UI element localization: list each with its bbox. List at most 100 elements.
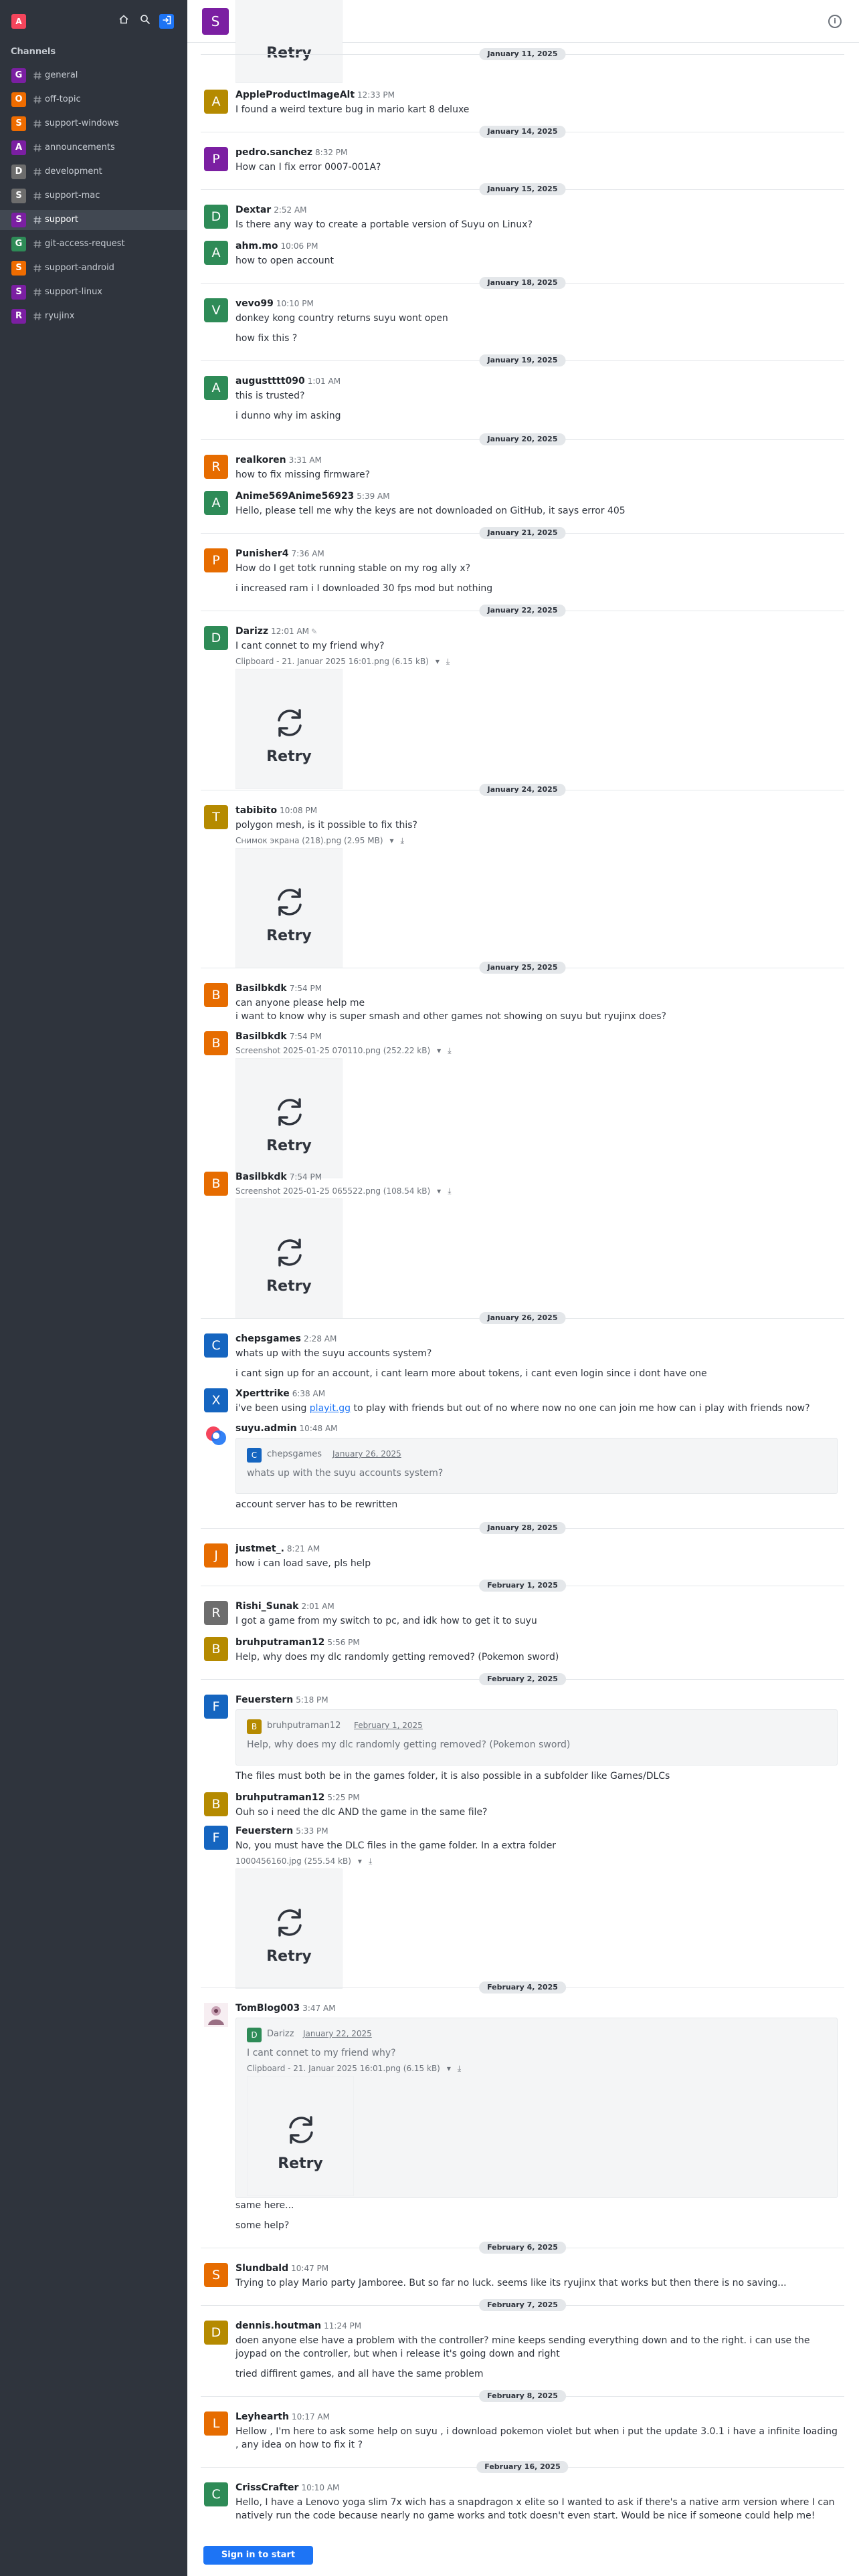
username[interactable]: Basilbkdk (235, 1031, 287, 1042)
quoted-message[interactable]: D Darizz January 22, 2025 I cant connet … (235, 2018, 838, 2198)
username[interactable]: Anime569Anime56923 (235, 491, 354, 502)
avatar[interactable]: A (204, 90, 228, 114)
sidebar-item-support-android[interactable]: S support-android (0, 258, 187, 278)
download-icon[interactable]: ⤓ (448, 1046, 451, 1055)
avatar[interactable]: B (204, 1792, 228, 1816)
username[interactable]: Darizz (235, 626, 268, 637)
quote-date[interactable]: February 1, 2025 (354, 1721, 423, 1730)
user-avatar[interactable]: A (11, 14, 26, 29)
image-retry[interactable]: Retry (247, 2076, 354, 2196)
download-icon[interactable]: ⤓ (458, 2064, 461, 2073)
username[interactable]: bruhputraman12 (235, 1637, 324, 1648)
avatar[interactable]: J (204, 1543, 228, 1568)
username[interactable]: Leyhearth (235, 2411, 289, 2422)
sidebar-item-support[interactable]: S support (0, 210, 187, 230)
avatar[interactable]: A (204, 491, 228, 515)
sidebar-item-general[interactable]: G general (0, 66, 187, 86)
download-icon[interactable]: ⤓ (401, 836, 404, 845)
username[interactable]: ahm.mo (235, 241, 278, 251)
username[interactable]: pedro.sanchez (235, 147, 312, 158)
quoted-message[interactable]: C chepsgames January 26, 2025 whats up w… (235, 1438, 838, 1494)
login-icon[interactable] (159, 14, 174, 29)
sidebar-item-off-topic[interactable]: O off-topic (0, 90, 187, 110)
username[interactable]: CrissCrafter (235, 2482, 298, 2493)
sidebar-item-announcements[interactable]: A announcements (0, 138, 187, 158)
avatar[interactable]: D (204, 626, 228, 650)
username[interactable]: Dextar (235, 205, 271, 215)
avatar[interactable]: B (204, 1031, 228, 1055)
avatar[interactable]: F (204, 1826, 228, 1850)
username[interactable]: Basilbkdk (235, 1172, 287, 1182)
avatar[interactable]: T (204, 805, 228, 829)
sidebar-item-development[interactable]: D development (0, 162, 187, 182)
avatar[interactable]: A (204, 376, 228, 400)
chevron-down-icon[interactable]: ▾ (390, 836, 394, 845)
username[interactable]: AppleProductImageAlt (235, 90, 355, 100)
avatar[interactable]: C (204, 1333, 228, 1358)
username[interactable]: vevo99 (235, 298, 274, 309)
avatar[interactable]: V (204, 298, 228, 322)
avatar[interactable]: A (204, 241, 228, 265)
avatar[interactable]: R (204, 455, 228, 479)
download-icon[interactable]: ⤓ (369, 1856, 372, 1866)
image-retry[interactable]: Retry (235, 848, 343, 968)
chevron-down-icon[interactable]: ▾ (437, 1046, 441, 1055)
username[interactable]: suyu.admin (235, 1423, 297, 1434)
chevron-down-icon[interactable]: ▾ (447, 2064, 451, 2073)
sidebar-item-support-mac[interactable]: S support-mac (0, 186, 187, 206)
download-icon[interactable]: ⤓ (448, 1186, 451, 1196)
download-icon[interactable]: ⤓ (446, 657, 450, 666)
quoted-message[interactable]: B bruhputraman12 February 1, 2025 Help, … (235, 1709, 838, 1765)
username[interactable]: justmet_. (235, 1543, 284, 1554)
sidebar-item-git-access-request[interactable]: G git-access-request (0, 234, 187, 254)
username[interactable]: bruhputraman12 (235, 1792, 324, 1803)
image-retry[interactable]: Retry (235, 669, 343, 789)
sidebar-item-support-linux[interactable]: S support-linux (0, 282, 187, 302)
image-retry[interactable]: Retry (235, 1058, 343, 1178)
chevron-down-icon[interactable]: ▾ (436, 657, 440, 666)
avatar[interactable]: D (204, 205, 228, 229)
chevron-down-icon[interactable]: ▾ (437, 1186, 441, 1196)
username[interactable]: Slundbald (235, 2263, 288, 2274)
username[interactable]: Rishi_Sunak (235, 1601, 298, 1612)
username[interactable]: dennis.houtman (235, 2321, 321, 2331)
username[interactable]: realkoren (235, 455, 286, 465)
avatar[interactable]: P (204, 548, 228, 572)
image-retry[interactable]: Retry (235, 1198, 343, 1319)
home-icon[interactable] (116, 14, 131, 29)
avatar[interactable]: R (204, 1601, 228, 1625)
quote-date[interactable]: January 26, 2025 (332, 1449, 401, 1459)
avatar[interactable]: P (204, 147, 228, 171)
info-icon[interactable]: i (828, 15, 842, 28)
username[interactable]: tabibito (235, 805, 277, 816)
sign-in-button[interactable]: Sign in to start talking (203, 2546, 313, 2576)
message-link[interactable]: playit.gg (310, 1403, 351, 1414)
sidebar-item-support-windows[interactable]: S support-windows (0, 114, 187, 134)
username[interactable]: TomBlog003 (235, 2003, 300, 2014)
username[interactable]: Punisher4 (235, 548, 288, 559)
username[interactable]: Feuerstern (235, 1695, 293, 1705)
sidebar-item-ryujinx[interactable]: R ryujinx (0, 306, 187, 326)
avatar[interactable]: B (204, 1637, 228, 1661)
username[interactable]: Xperttrike (235, 1388, 290, 1399)
avatar[interactable]: S (204, 2263, 228, 2287)
avatar[interactable]: C (204, 2482, 228, 2506)
avatar[interactable]: L (204, 2411, 228, 2436)
image-retry[interactable]: Retry (235, 1868, 343, 1989)
avatar[interactable]: B (204, 1172, 228, 1196)
quote-date[interactable]: January 22, 2025 (303, 2029, 372, 2038)
chevron-down-icon[interactable]: ▾ (358, 1856, 362, 1866)
avatar[interactable]: D (204, 2321, 228, 2345)
avatar[interactable]: F (204, 1695, 228, 1719)
image-retry[interactable]: Retry (235, 0, 343, 83)
avatar[interactable] (204, 1423, 228, 1447)
timestamp: 2:52 AM (274, 205, 307, 215)
avatar[interactable]: X (204, 1388, 228, 1412)
search-icon[interactable] (138, 14, 153, 29)
avatar[interactable]: B (204, 983, 228, 1007)
username[interactable]: augustttt090 (235, 376, 305, 387)
username[interactable]: chepsgames (235, 1333, 301, 1344)
avatar[interactable] (204, 2003, 228, 2027)
username[interactable]: Feuerstern (235, 1826, 293, 1836)
username[interactable]: Basilbkdk (235, 983, 287, 994)
